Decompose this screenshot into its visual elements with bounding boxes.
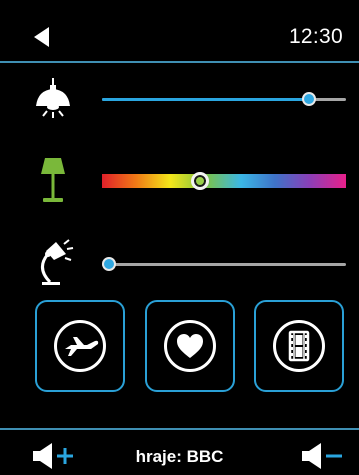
scene-movie-button[interactable] [254,300,344,392]
pendant-lamp-slider[interactable] [102,90,346,108]
pendant-lamp-icon [30,78,76,122]
volume-down-button[interactable] [300,442,346,470]
floor-lamp-icon [38,158,68,204]
now-playing-station: BBC [186,447,224,466]
top-bar: 12:30 [0,0,359,62]
clock-time: 12:30 [288,25,343,48]
bottom-bar: hraje: BBC [0,430,359,474]
slider-thumb[interactable] [190,172,209,190]
floor-lamp-color-slider[interactable] [102,172,346,190]
volume-down-icon [302,443,342,469]
slider-thumb[interactable] [102,257,117,271]
back-button[interactable] [34,27,50,47]
scene-travel-button[interactable] [35,300,125,392]
color-spectrum-track [102,174,346,188]
desk-lamp-icon [34,238,76,286]
heart-icon [164,320,216,372]
slider-thumb[interactable] [302,92,317,106]
airplane-icon [54,320,106,372]
desk-lamp-slider[interactable] [102,255,346,273]
scene-favorite-button[interactable] [145,300,235,392]
slider-fill [102,97,310,101]
header-divider [0,61,359,63]
now-playing-label: hraje: [135,447,182,466]
back-triangle-icon [34,27,49,47]
film-icon [273,320,325,372]
slider-track [102,262,346,266]
